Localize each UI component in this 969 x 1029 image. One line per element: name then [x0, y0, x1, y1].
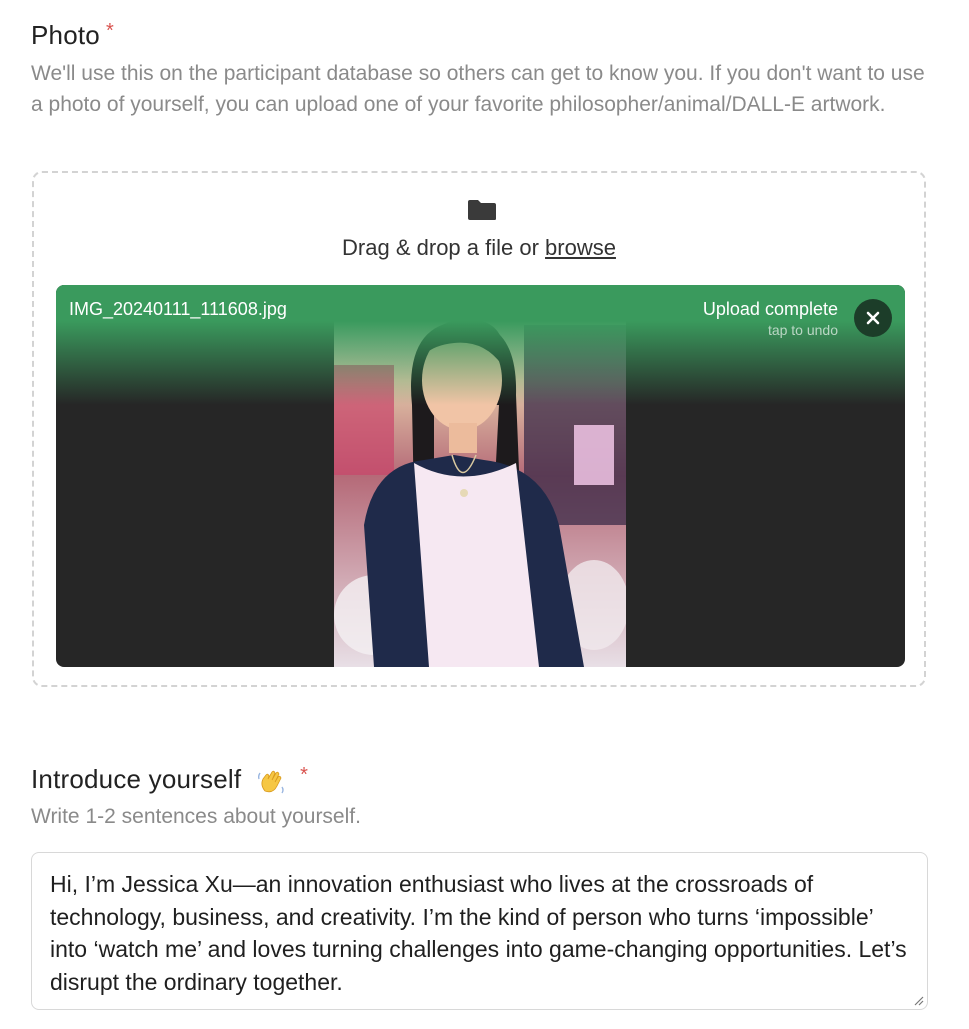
folder-icon: [468, 200, 496, 220]
dropzone-text: Drag & drop a file or: [342, 235, 546, 260]
uploaded-file-card: IMG_20240111_111608.jpg Upload complete …: [56, 285, 905, 667]
introduction-text: Hi, I’m Jessica Xu—an innovation enthusi…: [50, 871, 907, 995]
intro-field-label: Introduce yourself *: [31, 764, 308, 795]
required-asterisk: *: [105, 20, 114, 42]
resize-handle-icon[interactable]: [912, 994, 924, 1006]
browse-link[interactable]: browse: [545, 235, 616, 260]
photo-label-text: Photo: [31, 20, 100, 50]
upload-status[interactable]: Upload complete tap to undo: [703, 299, 838, 338]
photo-help-text: We'll use this on the participant databa…: [31, 62, 925, 116]
intro-help-text: Write 1-2 sentences about yourself.: [31, 805, 361, 828]
undo-hint: tap to undo: [767, 322, 838, 338]
waving-hand-icon: [257, 770, 284, 794]
close-icon: [866, 311, 880, 325]
intro-label-text: Introduce yourself: [31, 764, 242, 794]
photo-dropzone[interactable]: Drag & drop a file or browse IMG_2024011…: [32, 171, 926, 687]
upload-status-text: Upload complete: [702, 299, 838, 319]
uploaded-photo-preview: [334, 285, 626, 667]
file-name: IMG_20240111_111608.jpg: [69, 299, 287, 319]
introduction-textarea[interactable]: Hi, I’m Jessica Xu—an innovation enthusi…: [31, 852, 928, 1010]
required-asterisk: *: [300, 764, 309, 786]
photo-field-label: Photo *: [31, 20, 114, 51]
remove-file-button[interactable]: [854, 299, 892, 337]
dropzone-instructions: Drag & drop a file or browse: [34, 235, 924, 261]
